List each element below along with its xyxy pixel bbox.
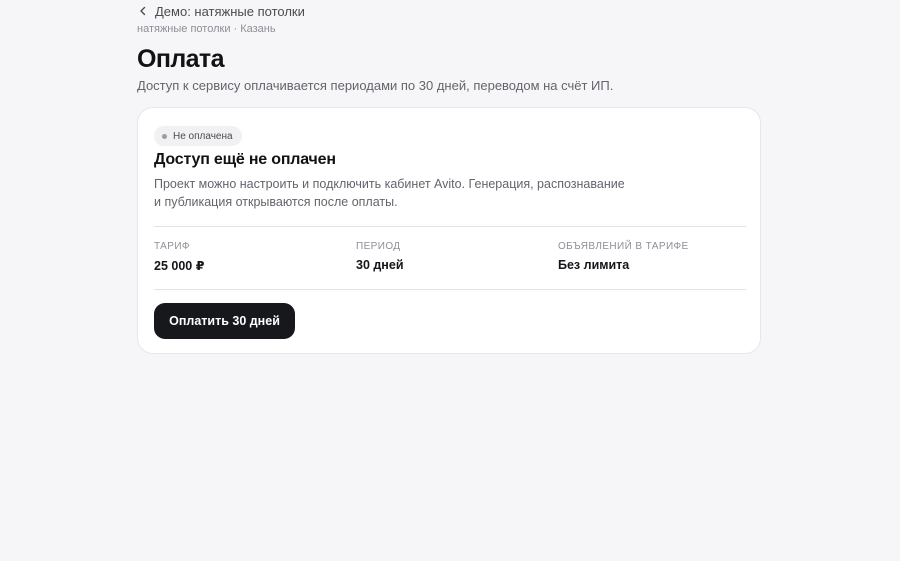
card-description-line: Проект можно настроить и подключить каби… <box>154 177 625 191</box>
stat-listings: ОБЪЯВЛЕНИЙ В ТАРИФЕ Без лимита <box>558 241 748 272</box>
pay-button[interactable]: Оплатить 30 дней <box>154 303 295 339</box>
divider <box>154 226 746 227</box>
page-title: Оплата <box>137 45 224 73</box>
divider <box>154 289 746 290</box>
stat-label: ПЕРИОД <box>356 241 401 252</box>
status-dot-icon <box>162 133 167 139</box>
stat-label: ТАРИФ <box>154 241 190 252</box>
breadcrumb: натяжные потолки · Казань <box>137 23 276 35</box>
stat-tariff: ТАРИФ 25 000 ₽ <box>154 241 344 273</box>
back-link-label: Демо: натяжные потолки <box>155 3 305 19</box>
page-subtitle: Доступ к сервису оплачивается периодами … <box>137 78 614 93</box>
stat-value: Без лимита <box>558 258 630 272</box>
back-link[interactable]: Демо: натяжные потолки <box>137 2 305 20</box>
stat-value: 30 дней <box>356 258 404 272</box>
stat-value: 25 000 ₽ <box>154 259 205 273</box>
stat-period: ПЕРИОД 30 дней <box>356 241 546 272</box>
card-description: Проект можно настроить и подключить каби… <box>154 175 634 211</box>
card-title: Доступ ещё не оплачен <box>154 151 336 168</box>
status-badge: Не оплачена <box>154 126 242 146</box>
stat-label: ОБЪЯВЛЕНИЙ В ТАРИФЕ <box>558 241 689 252</box>
card-description-line: и публикация открываются после оплаты. <box>154 195 398 209</box>
status-badge-label: Не оплачена <box>173 130 233 142</box>
payment-status-card: Не оплачена Доступ ещё не оплачен Проект… <box>137 107 761 354</box>
chevron-left-icon <box>140 6 146 16</box>
